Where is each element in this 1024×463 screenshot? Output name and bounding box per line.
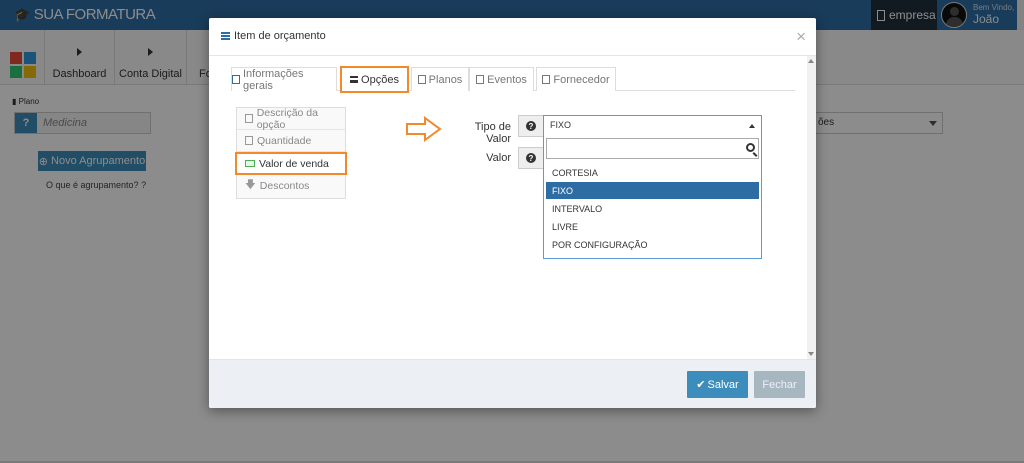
caret-up-icon <box>749 124 755 128</box>
tab-planos[interactable]: Planos <box>411 67 469 91</box>
file-text-icon <box>245 114 253 123</box>
options-side-menu: Descrição da opção Quantidade Valor de v… <box>235 106 347 199</box>
list-ordered-icon <box>245 136 253 145</box>
save-button[interactable]: ✔ Salvar <box>687 371 748 398</box>
question-circle-icon: ? <box>526 153 536 163</box>
dropdown-search-input[interactable] <box>546 138 759 159</box>
close-icon[interactable]: × <box>796 28 806 45</box>
side-item-label: Quantidade <box>257 134 312 147</box>
tab-label: Planos <box>428 73 463 86</box>
calendar-icon <box>476 75 485 84</box>
dropdown-option-intervalo[interactable]: INTERVALO <box>546 200 759 217</box>
dropdown-option-por-configuracao[interactable]: POR CONFIGURAÇÃO <box>546 236 759 253</box>
modal-title: Item de orçamento <box>221 30 326 42</box>
modal-title-text: Item de orçamento <box>234 30 326 42</box>
modal-scrollbar[interactable] <box>807 56 816 359</box>
tipo-valor-label: Tipo de Valor <box>474 121 511 145</box>
save-label: Salvar <box>707 378 739 391</box>
side-item-label: Descrição da opção <box>256 106 318 131</box>
tipo-valor-dropdown: CORTESIA FIXO INTERVALO LIVRE POR CONFIG… <box>543 135 762 259</box>
table-icon <box>417 75 426 84</box>
tab-informacoes-gerais[interactable]: Informações gerais <box>231 67 337 92</box>
dropdown-option-cortesia[interactable]: CORTESIA <box>546 164 759 181</box>
arrow-right-icon <box>406 116 442 142</box>
side-item-descricao[interactable]: Descrição da opção <box>237 106 345 131</box>
modal-footer: ✔ Salvar Fechar <box>209 359 816 408</box>
tab-label: Informações gerais <box>242 67 304 92</box>
list-icon <box>221 32 230 40</box>
side-item-descontos[interactable]: 🡇 Descontos <box>237 175 345 197</box>
dropdown-option-livre[interactable]: LIVRE <box>546 218 759 235</box>
arrow-down-icon: 🡇 <box>245 179 256 191</box>
tab-opcoes[interactable]: Opções <box>340 66 409 93</box>
valor-label: Valor <box>486 152 511 164</box>
tab-fornecedor[interactable]: Fornecedor <box>536 67 616 91</box>
tab-eventos[interactable]: Eventos <box>469 67 534 91</box>
building-icon <box>542 75 551 84</box>
tipo-valor-select[interactable]: FIXO <box>543 115 762 135</box>
modal-header: Item de orçamento × <box>209 18 816 56</box>
close-button[interactable]: Fechar <box>754 371 805 398</box>
search-icon <box>746 143 755 152</box>
tipo-valor-selected: FIXO <box>550 120 572 130</box>
valor-help-button[interactable]: ? <box>518 147 544 169</box>
file-icon <box>232 75 240 84</box>
tab-label: Opções <box>361 73 399 86</box>
side-item-label: Descontos <box>259 180 310 192</box>
tab-label: Eventos <box>487 73 527 86</box>
scroll-up-icon[interactable] <box>808 59 814 63</box>
tab-label: Fornecedor <box>553 73 610 86</box>
check-icon: ✔ <box>696 379 706 391</box>
item-orcamento-modal: Item de orçamento × Informações gerais O… <box>209 18 816 408</box>
close-label: Fechar <box>762 378 797 391</box>
dropdown-option-fixo[interactable]: FIXO <box>546 182 759 199</box>
list-icon <box>350 76 359 83</box>
question-circle-icon: ? <box>526 121 536 131</box>
tipo-valor-help-button[interactable]: ? <box>518 115 544 137</box>
money-icon <box>245 160 255 167</box>
side-item-label: Valor de venda <box>259 157 329 170</box>
scroll-down-icon[interactable] <box>808 352 814 356</box>
side-item-quantidade[interactable]: Quantidade <box>237 130 345 152</box>
modal-tabs: Informações gerais Opções Planos Eventos… <box>231 66 795 93</box>
side-item-valor-de-venda[interactable]: Valor de venda <box>235 152 347 175</box>
